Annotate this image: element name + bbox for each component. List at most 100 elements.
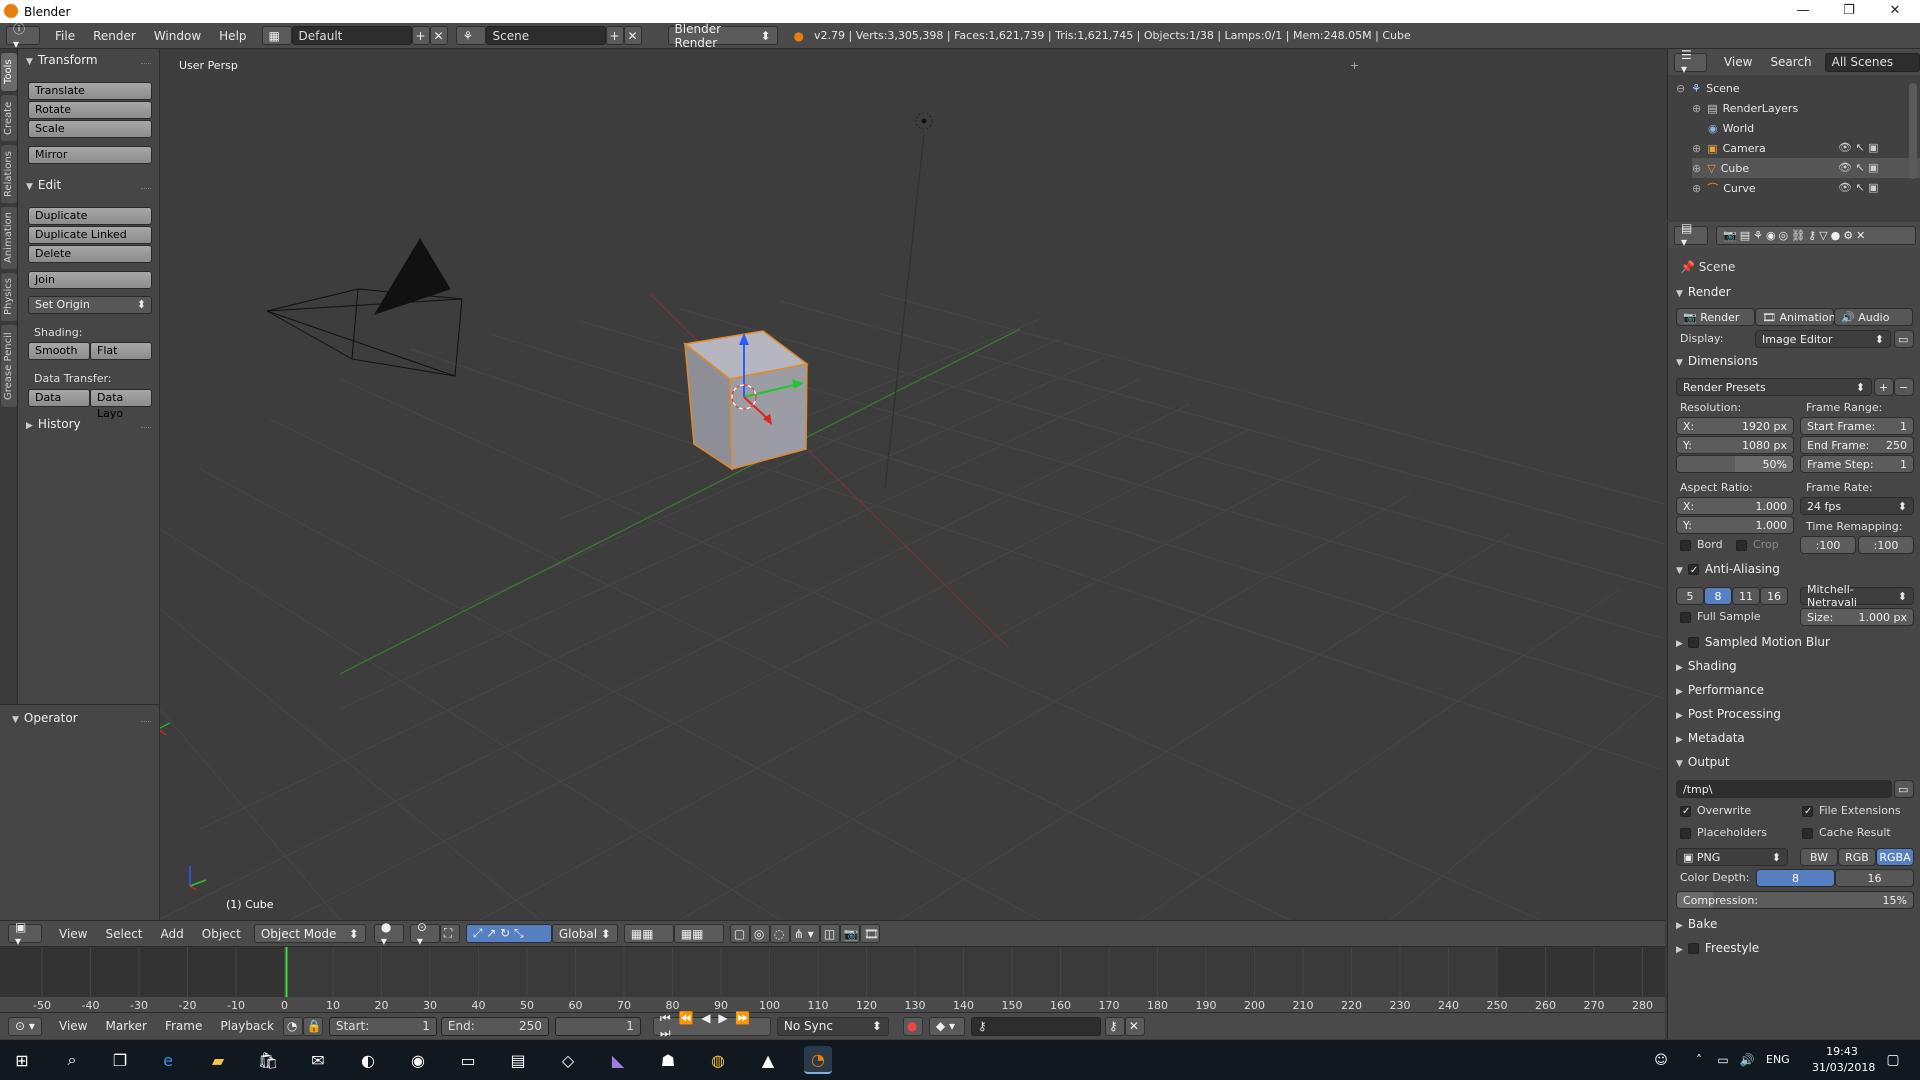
- frame-rate-dropdown[interactable]: 24 fps ⬍: [1800, 497, 1914, 515]
- render-preview-icon[interactable]: 📷: [839, 924, 860, 943]
- audio-button[interactable]: 🔊 Audio: [1834, 308, 1913, 326]
- rotate-button[interactable]: Rotate: [28, 101, 152, 119]
- folder-icon[interactable]: ▭: [1894, 780, 1914, 798]
- motion-blur-panel-header[interactable]: ▶ Sampled Motion Blur: [1676, 635, 1830, 649]
- shading-panel-header[interactable]: ▶ Shading: [1676, 659, 1737, 673]
- delete-button[interactable]: Delete: [28, 245, 152, 263]
- render-presets-dropdown[interactable]: Render Presets ⬍: [1676, 378, 1872, 396]
- outliner-row-cube[interactable]: ⊕ ▽ Cube: [1692, 158, 1920, 178]
- post-processing-panel-header[interactable]: ▶ Post Processing: [1676, 707, 1781, 721]
- menu-marker[interactable]: Marker: [96, 1019, 155, 1033]
- outliner-row-world[interactable]: ◉ World: [1708, 118, 1920, 138]
- tab-physics[interactable]: Physics: [1, 273, 17, 321]
- render-panel-header[interactable]: ▼ Render: [1676, 285, 1731, 299]
- aa-sample-8[interactable]: 8: [1704, 587, 1732, 605]
- maximize-icon[interactable]: ❐: [1826, 0, 1872, 23]
- search-icon[interactable]: ⌕: [58, 1046, 86, 1074]
- menu-view[interactable]: View: [1715, 55, 1761, 69]
- end-frame-field[interactable]: End Frame: 250: [1800, 436, 1914, 454]
- aa-sample-11[interactable]: 11: [1732, 587, 1760, 605]
- notes-icon[interactable]: ▤: [504, 1046, 532, 1074]
- volume-icon[interactable]: 🔊: [1736, 1046, 1758, 1074]
- crop-checkbox[interactable]: Crop: [1736, 538, 1779, 551]
- checkbox-icon[interactable]: [1687, 564, 1699, 575]
- sync-dropdown[interactable]: No Sync ⬍: [776, 1016, 889, 1036]
- pivot-icon[interactable]: ⊙ ▾: [409, 920, 440, 948]
- folder-icon[interactable]: ▭: [1894, 330, 1914, 348]
- current-frame-field[interactable]: 1: [554, 1016, 641, 1036]
- layers-grid-2-icon[interactable]: ▦▦: [673, 924, 724, 943]
- filter-size-field[interactable]: Size: 1.000 px: [1800, 608, 1914, 626]
- expand-icon[interactable]: ⊕: [1692, 182, 1701, 195]
- editor-type-icon[interactable]: ⊙ ▾: [8, 1016, 42, 1036]
- close-icon[interactable]: ✕: [1872, 0, 1918, 23]
- aspect-x-field[interactable]: X: 1.000: [1676, 497, 1794, 515]
- color-bw-button[interactable]: BW: [1800, 848, 1838, 866]
- context-tabs[interactable]: 📷▤⚘◉◎⛓⚷▽●⚙✕: [1716, 225, 1916, 245]
- tab-relations[interactable]: Relations: [1, 145, 17, 203]
- menu-object[interactable]: Object: [193, 927, 250, 941]
- start-frame-field[interactable]: Start: 1: [328, 1016, 437, 1036]
- scene-icon[interactable]: ⚘: [455, 26, 486, 45]
- smooth-button[interactable]: Smooth: [28, 342, 90, 360]
- lock-icon[interactable]: ▢: [729, 924, 750, 943]
- duplicate-button[interactable]: Duplicate: [28, 207, 152, 225]
- viewport-scene[interactable]: +: [160, 49, 1665, 920]
- visibility-toggles[interactable]: 👁 ↖ ▣ 👁 ↖ ▣ 👁 ↖ ▣: [1838, 138, 1879, 198]
- timeline-editor[interactable]: -50 -40 -30 -20 -10 0 10 20 30 40 50 60 70 80 90 100 110…: [0, 946, 1665, 1013]
- file-explorer-icon[interactable]: ▰: [204, 1046, 232, 1074]
- layout-icon[interactable]: ▦: [261, 26, 292, 45]
- panel-grip-icon[interactable]: [141, 188, 151, 190]
- 3d-viewport[interactable]: + User Persp (1) Cube: [160, 49, 1665, 920]
- start-frame-field[interactable]: Start Frame: 1: [1800, 417, 1914, 435]
- preview-range-icon[interactable]: ◔: [282, 1016, 303, 1036]
- lock-icon[interactable]: 🔒: [302, 1016, 323, 1036]
- menu-select[interactable]: Select: [96, 927, 151, 941]
- panel-grip-icon[interactable]: [141, 63, 151, 65]
- outliner-scrollbar[interactable]: [1909, 83, 1917, 179]
- end-frame-field[interactable]: End: 250: [440, 1016, 549, 1036]
- editor-type-icon[interactable]: ▣ ▾: [8, 920, 42, 948]
- aa-filter-dropdown[interactable]: Mitchell-Netravali ⬍: [1800, 583, 1914, 609]
- data-layout-button[interactable]: Data Layo: [90, 389, 152, 420]
- keyframe-type-icon[interactable]: ◆ ▾: [928, 1016, 965, 1036]
- render-button[interactable]: 📷 Render: [1676, 308, 1755, 326]
- store-icon[interactable]: 🛍: [254, 1046, 282, 1074]
- notifications-icon[interactable]: ▢: [1880, 1046, 1906, 1074]
- edge-browser-icon[interactable]: e: [154, 1046, 182, 1074]
- add-scene-icon[interactable]: +: [605, 26, 624, 45]
- unity-icon[interactable]: ◇: [554, 1046, 582, 1074]
- viewport-expand-icon[interactable]: +: [1350, 59, 1359, 72]
- flat-button[interactable]: Flat: [90, 342, 152, 360]
- color-rgba-button[interactable]: RGBA: [1876, 848, 1914, 866]
- remove-layout-icon[interactable]: ✕: [429, 26, 448, 45]
- tab-animation[interactable]: Animation: [1, 207, 17, 269]
- snap-icon[interactable]: ⋔ ▾: [789, 924, 820, 943]
- freestyle-panel-header[interactable]: ▶ Freestyle: [1676, 941, 1759, 955]
- snap-target-icon[interactable]: ◫: [819, 924, 840, 943]
- output-panel-header[interactable]: ▼ Output: [1676, 755, 1730, 769]
- outliner-row-curve[interactable]: ⊕ ⌒ Curve: [1692, 178, 1920, 198]
- outliner-row-scene[interactable]: ⊖ ⚘ Scene: [1676, 78, 1916, 98]
- menu-file[interactable]: File: [46, 29, 84, 43]
- menu-window[interactable]: Window: [145, 29, 210, 43]
- steam-icon[interactable]: ◉: [404, 1046, 432, 1074]
- scale-button[interactable]: Scale: [28, 120, 152, 138]
- add-preset-icon[interactable]: +: [1874, 378, 1894, 396]
- panel-grip-icon[interactable]: [141, 721, 151, 723]
- operator-panel-header[interactable]: ▼ Operator: [12, 711, 78, 725]
- outliner[interactable]: ⊖ ⚘ Scene ⊕ ▤ RenderLayers ◉ World ⊕ ▣ Camera ⊕…: [1667, 75, 1920, 220]
- insert-keyframe-icon[interactable]: ⚷: [1104, 1016, 1125, 1036]
- manipulator-toggle-icon[interactable]: ⤢ ↗ ↻ ⤡: [465, 924, 552, 943]
- terminal-icon[interactable]: ▭: [454, 1046, 482, 1074]
- aa-sample-5[interactable]: 5: [1676, 587, 1704, 605]
- viewport-shading-icon[interactable]: ● ▾: [373, 920, 404, 948]
- dimensions-panel-header[interactable]: ▼ Dimensions: [1676, 354, 1758, 368]
- task-view-icon[interactable]: ❐: [106, 1046, 134, 1074]
- bake-panel-header[interactable]: ▶ Bake: [1676, 917, 1717, 931]
- timeline-ruler[interactable]: -50 -40 -30 -20 -10 0 10 20 30 40 50 60 70 80 90 100 110…: [0, 947, 1665, 1013]
- color-depth-16[interactable]: 16: [1835, 869, 1914, 887]
- duplicate-linked-button[interactable]: Duplicate Linked: [28, 226, 152, 244]
- layers-grid-icon[interactable]: ▦▦: [623, 924, 674, 943]
- full-sample-checkbox[interactable]: Full Sample: [1680, 610, 1761, 623]
